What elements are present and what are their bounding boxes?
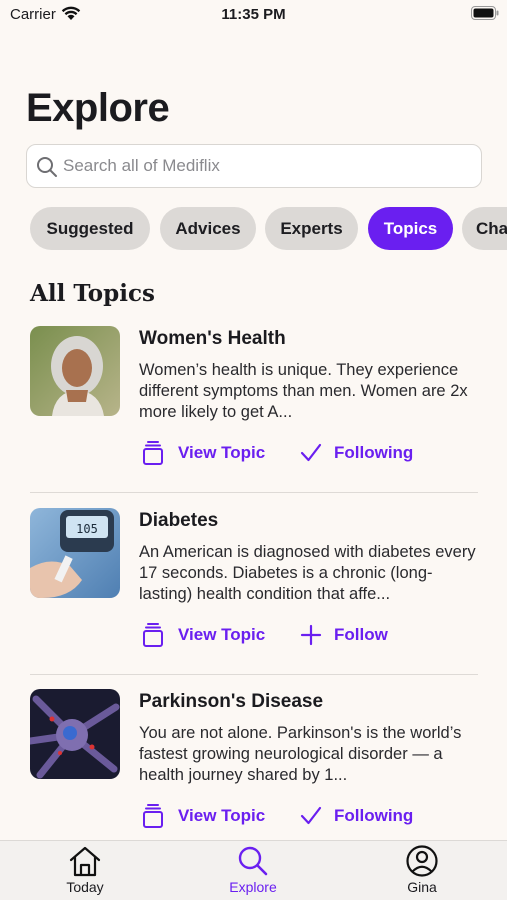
status-bar: Carrier 11:35 PM [0, 0, 507, 30]
stack-icon [143, 623, 163, 647]
topic-description: An American is diagnosed with diabetes e… [139, 543, 476, 603]
search-icon [37, 157, 57, 177]
stack-icon [143, 441, 163, 465]
follow-button[interactable]: Follow [300, 622, 388, 648]
following-button[interactable]: Following [300, 803, 413, 829]
magnifier-icon [238, 846, 268, 876]
plus-icon [300, 624, 322, 646]
tab-bar-explore[interactable]: Explore [203, 845, 303, 895]
view-topic-button[interactable]: View Topic [140, 622, 265, 648]
tab-partial[interactable]: Cha [462, 207, 507, 250]
tab-advices[interactable]: Advices [160, 207, 256, 250]
following-label: Following [334, 806, 414, 825]
checkmark-icon [300, 443, 322, 462]
person-circle-icon [406, 845, 438, 877]
checkmark-icon [300, 806, 322, 825]
topic-image[interactable] [30, 326, 120, 416]
divider [30, 492, 478, 493]
following-button[interactable]: Following [300, 440, 413, 466]
tab-bar-label: Today [66, 879, 104, 895]
topic-card: Parkinson's Disease You are not alone. P… [30, 689, 478, 839]
topic-title: Parkinson's Disease [139, 691, 324, 712]
view-topic-label: View Topic [178, 625, 266, 644]
tab-bar-today[interactable]: Today [35, 845, 135, 895]
follow-label: Follow [334, 625, 388, 644]
house-icon [69, 846, 101, 877]
page-title: Explore [26, 86, 170, 130]
tab-bar-label: Gina [407, 879, 437, 895]
clock: 11:35 PM [221, 6, 286, 23]
svg-text:105: 105 [76, 522, 98, 536]
stack-icon [143, 804, 163, 828]
tab-bar-label: Explore [229, 879, 277, 895]
view-topic-button[interactable]: View Topic [140, 440, 265, 466]
bottom-tab-bar: Today Explore Gina [0, 840, 507, 900]
topic-description: Women’s health is unique. They experienc… [139, 361, 468, 421]
section-title: All Topics [30, 280, 155, 307]
tab-experts[interactable]: Experts [265, 207, 358, 250]
view-topic-button[interactable]: View Topic [140, 803, 265, 829]
view-topic-label: View Topic [178, 443, 266, 462]
tab-topics[interactable]: Topics [368, 207, 453, 250]
topic-card: 105 Diabetes An American is diagnosed wi… [30, 508, 478, 676]
tab-suggested[interactable]: Suggested [30, 207, 150, 250]
view-topic-label: View Topic [178, 806, 266, 825]
divider [30, 674, 478, 675]
topic-title: Diabetes [139, 510, 219, 531]
search-bar[interactable] [26, 144, 482, 188]
tab-bar-profile[interactable]: Gina [372, 845, 472, 895]
topic-image[interactable] [30, 689, 120, 779]
following-label: Following [334, 443, 414, 462]
topic-title: Women's Health [139, 328, 286, 349]
search-input[interactable] [63, 145, 463, 186]
topic-image[interactable]: 105 [30, 508, 120, 598]
explore-screen: Carrier 11:35 PM Explore Suggested Advic… [0, 0, 507, 900]
topic-description: You are not alone. Parkinson's is the wo… [139, 724, 462, 784]
battery-icon [471, 6, 499, 20]
topic-card: Women's Health Women’s health is unique.… [30, 326, 478, 494]
